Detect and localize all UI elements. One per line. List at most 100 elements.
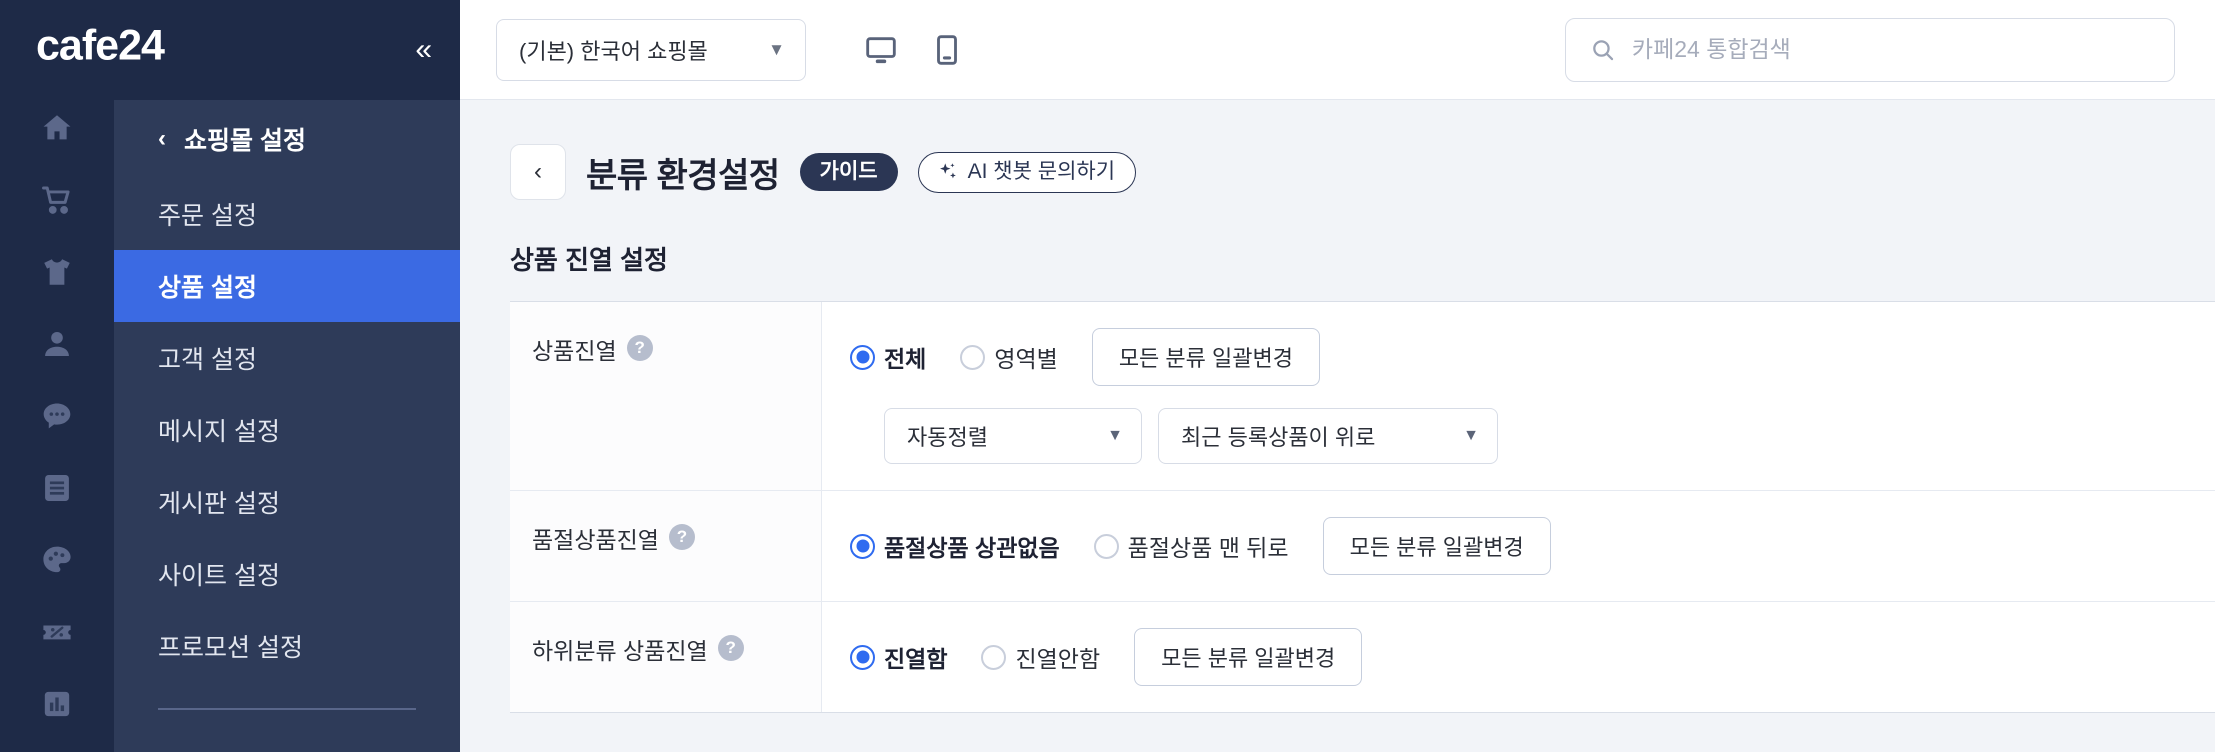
page-title: 분류 환경설정	[586, 156, 780, 195]
subnav-header[interactable]: ‹ 쇼핑몰 설정	[114, 100, 460, 178]
radio-indicator	[850, 344, 875, 370]
sidebar-item-message[interactable]: 메시지 설정	[114, 394, 460, 466]
mobile-phone-icon[interactable]	[930, 33, 964, 67]
row-label-text: 하위분류 상품진열	[532, 638, 708, 664]
option-line: 전체 영역별 모든 분류 일괄변경	[850, 328, 2215, 386]
svg-text:cafe24: cafe24	[36, 23, 165, 70]
ai-chatbot-button[interactable]: AI 챗봇 문의하기	[917, 151, 1137, 193]
sidebar-item-product[interactable]: 상품 설정	[114, 250, 460, 322]
sidebar-item-order[interactable]: 주문 설정	[114, 178, 460, 250]
bulk-change-all-categories-button[interactable]: 모든 분류 일괄변경	[1091, 328, 1320, 386]
cart-icon[interactable]	[29, 172, 85, 228]
double-chevron-left-icon[interactable]: «	[415, 35, 432, 65]
bulk-change-all-categories-button[interactable]: 모든 분류 일괄변경	[1134, 628, 1363, 686]
sidebar-item-label: 메시지 설정	[158, 418, 280, 446]
chevron-down-icon: ▼	[1463, 427, 1479, 444]
help-icon[interactable]: ?	[668, 524, 695, 550]
statistics-chart-icon[interactable]	[29, 676, 85, 732]
row-label-text: 품절상품진열	[532, 527, 659, 553]
section-title: 상품 진열 설정	[510, 245, 668, 275]
radio-label: 전체	[884, 346, 927, 372]
chevron-down-icon: ▼	[1107, 427, 1123, 444]
option-line: 품절상품 상관없음 품절상품 맨 뒤로 모든 분류 일괄변경	[850, 517, 2215, 575]
settings-table: 상품진열 ? 전체 영역별 모든 분류 일괄변경 자동정렬 ▼ 최근 등록상품이…	[510, 301, 2215, 713]
sidebar-item-label: 사이트 설정	[158, 562, 280, 590]
top-bar: (기본) 한국어 쇼핑몰 ▼	[460, 0, 2215, 100]
radio-indicator	[1093, 533, 1119, 559]
sort-order-select[interactable]: 최근 등록상품이 위로 ▼	[1158, 408, 1498, 464]
table-row: 품절상품진열 ? 품절상품 상관없음 품절상품 맨 뒤로 모든 분류 일괄변경	[510, 491, 2215, 602]
design-palette-icon[interactable]	[29, 532, 85, 588]
radio-option-all[interactable]: 전체	[850, 340, 926, 374]
sidebar-item-label: 상품 설정	[158, 274, 257, 302]
row-label: 상품진열 ?	[510, 302, 822, 490]
promotion-coupon-icon[interactable]	[29, 604, 85, 660]
chevron-down-icon: ▼	[768, 40, 785, 59]
cafe24-logo[interactable]: cafe24	[36, 22, 286, 78]
sidebar-item-customer[interactable]: 고객 설정	[114, 322, 460, 394]
sort-mode-select[interactable]: 자동정렬 ▼	[884, 408, 1142, 464]
sidebar-item-label: 주문 설정	[158, 202, 257, 230]
message-chat-icon[interactable]	[29, 388, 85, 444]
sort-mode-value: 자동정렬	[907, 425, 988, 450]
sidebar-item-label: 프로모션 설정	[158, 634, 303, 662]
search-wrapper	[1565, 17, 2175, 82]
content-area: ‹ 분류 환경설정 가이드 AI 챗봇 문의하기 상품 진열 설정 상품진열 ?…	[460, 100, 2215, 752]
icon-rail	[0, 0, 114, 752]
option-line-selects: 자동정렬 ▼ 최근 등록상품이 위로 ▼	[884, 408, 2215, 464]
radio-label: 진열안함	[1015, 646, 1101, 672]
page-header: ‹ 분류 환경설정 가이드 AI 챗봇 문의하기	[510, 144, 2215, 200]
customer-person-icon[interactable]	[29, 316, 85, 372]
option-line: 진열함 진열안함 모든 분류 일괄변경	[850, 628, 2215, 686]
device-preview-buttons	[864, 33, 964, 67]
chevron-left-icon: ‹	[534, 158, 542, 185]
row-body: 품절상품 상관없음 품절상품 맨 뒤로 모든 분류 일괄변경	[822, 491, 2215, 601]
search-icon	[1593, 39, 1614, 60]
radio-indicator	[960, 344, 986, 370]
chevron-left-icon: ‹	[158, 125, 166, 152]
mall-select[interactable]: (기본) 한국어 쇼핑몰 ▼	[496, 18, 806, 81]
radio-label: 영역별	[994, 346, 1058, 372]
guide-badge[interactable]: 가이드	[799, 153, 898, 191]
subnav-header-label: 쇼핑몰 설정	[184, 127, 306, 155]
row-label: 품절상품진열 ?	[510, 491, 822, 601]
desktop-monitor-icon[interactable]	[864, 33, 898, 67]
sidebar-item-promotion[interactable]: 프로모션 설정	[114, 610, 460, 682]
table-row: 하위분류 상품진열 ? 진열함 진열안함 모든 분류 일괄변경	[510, 602, 2215, 712]
search-input[interactable]	[1631, 36, 2150, 63]
sidebar-item-board[interactable]: 게시판 설정	[114, 466, 460, 538]
row-body: 전체 영역별 모든 분류 일괄변경 자동정렬 ▼ 최근 등록상품이 위로 ▼	[822, 302, 2215, 490]
main-area: (기본) 한국어 쇼핑몰 ▼ 카페24 통합검색 ‹ 분류 환경설정 가이드 A…	[460, 0, 2215, 752]
sidebar-item-site[interactable]: 사이트 설정	[114, 538, 460, 610]
sidebar-item-label: 고객 설정	[158, 346, 257, 374]
radio-option-sub-display-off[interactable]: 진열안함	[981, 640, 1100, 674]
radio-option-sub-display-on[interactable]: 진열함	[850, 640, 947, 674]
sort-order-value: 최근 등록상품이 위로	[1181, 425, 1376, 450]
radio-option-by-area[interactable]: 영역별	[960, 340, 1058, 374]
radio-label: 진열함	[884, 646, 948, 672]
home-icon[interactable]	[29, 100, 85, 156]
radio-option-soldout-ignore[interactable]: 품절상품 상관없음	[850, 529, 1060, 563]
sub-navigation: cafe24 « ‹ 쇼핑몰 설정 주문 설정 상품 설정 고객 설정 메시지 …	[36, 0, 460, 752]
help-icon[interactable]: ?	[626, 335, 653, 361]
radio-indicator	[850, 533, 875, 559]
bulk-change-all-categories-button[interactable]: 모든 분류 일괄변경	[1322, 517, 1551, 575]
radio-indicator	[850, 644, 875, 670]
back-button[interactable]: ‹	[510, 144, 566, 200]
product-shirt-icon[interactable]	[29, 244, 85, 300]
table-row: 상품진열 ? 전체 영역별 모든 분류 일괄변경 자동정렬 ▼ 최근 등록상품이…	[510, 302, 2215, 491]
row-label-text: 상품진열	[532, 338, 617, 364]
sidebar-divider	[158, 708, 416, 710]
sparkle-icon	[939, 162, 956, 178]
sidebar-item-label: 게시판 설정	[158, 490, 280, 518]
app-root: cafe24 « ‹ 쇼핑몰 설정 주문 설정 상품 설정 고객 설정 메시지 …	[0, 0, 2215, 752]
ai-chatbot-label: AI 챗봇 문의하기	[967, 160, 1116, 183]
radio-indicator	[981, 644, 1007, 670]
search-box[interactable]	[1565, 17, 2175, 82]
board-list-icon[interactable]	[29, 460, 85, 516]
radio-option-soldout-last[interactable]: 품절상품 맨 뒤로	[1093, 529, 1289, 563]
brand-bar: cafe24 «	[36, 0, 460, 100]
help-icon[interactable]: ?	[717, 635, 744, 661]
row-body: 진열함 진열안함 모든 분류 일괄변경	[822, 602, 2215, 712]
radio-label: 품절상품 맨 뒤로	[1127, 535, 1289, 561]
